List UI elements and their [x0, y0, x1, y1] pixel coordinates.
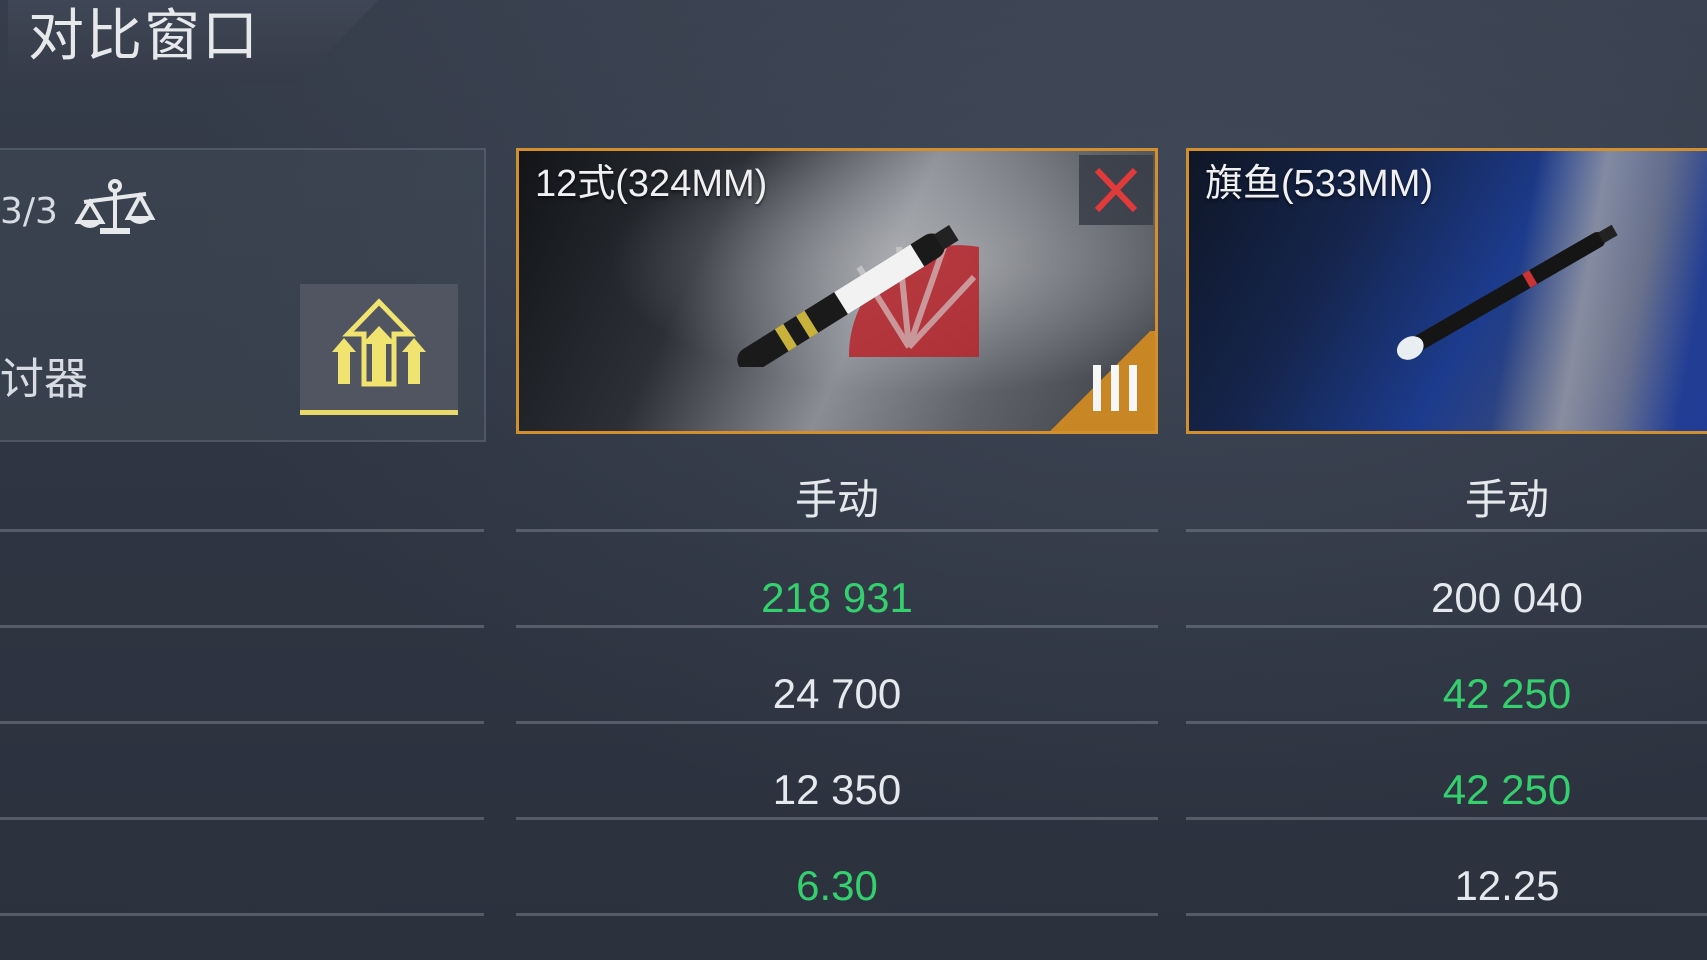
remove-compare-button[interactable]	[1079, 155, 1153, 225]
weapon-name-2: 旗鱼(533MM)	[1205, 163, 1434, 205]
weapon-card-2[interactable]: 旗鱼(533MM)	[1186, 148, 1707, 434]
row-divider	[0, 817, 484, 820]
page-title: 对比窗口	[28, 4, 260, 69]
mode-value-1: 手动	[794, 476, 879, 523]
upgrade-button[interactable]	[300, 284, 458, 415]
weapon-name-1: 12式(324MM)	[535, 163, 768, 205]
tier-iii-icon	[1093, 365, 1137, 411]
stat-4-value-1: 6.30	[796, 862, 878, 909]
balance-scale-icon	[74, 179, 156, 234]
row-divider	[0, 913, 484, 916]
compare-count: 3/3	[0, 191, 58, 232]
stat-2-value-1: 24 700	[772, 670, 902, 717]
upgrade-arrows-icon	[332, 298, 426, 387]
mode-value-2: 手动	[1464, 476, 1549, 523]
close-icon	[1094, 167, 1138, 213]
weapon-category-label: 讨器	[0, 354, 88, 405]
row-divider	[0, 721, 484, 724]
stat-4-value-2: 12.25	[1454, 862, 1560, 909]
stat-3-value-2: 42 250	[1442, 766, 1572, 813]
stat-1-value-1: 218 931	[761, 574, 913, 621]
weapon-card-1[interactable]: 12式(324MM)	[516, 148, 1158, 434]
stat-2-value-2: 42 250	[1442, 670, 1572, 717]
compare-window: 对比窗口 3/3 讨器 12式(324MM) 旗鱼(533MM) 手动 手动 2…	[0, 0, 1707, 960]
torpedo-image-1	[737, 225, 979, 367]
torpedo-image-2	[1396, 224, 1618, 360]
row-divider	[0, 529, 484, 532]
stat-3-value-1: 12 350	[772, 766, 902, 813]
row-divider	[0, 625, 484, 628]
stat-1-value-2: 200 040	[1431, 574, 1583, 621]
